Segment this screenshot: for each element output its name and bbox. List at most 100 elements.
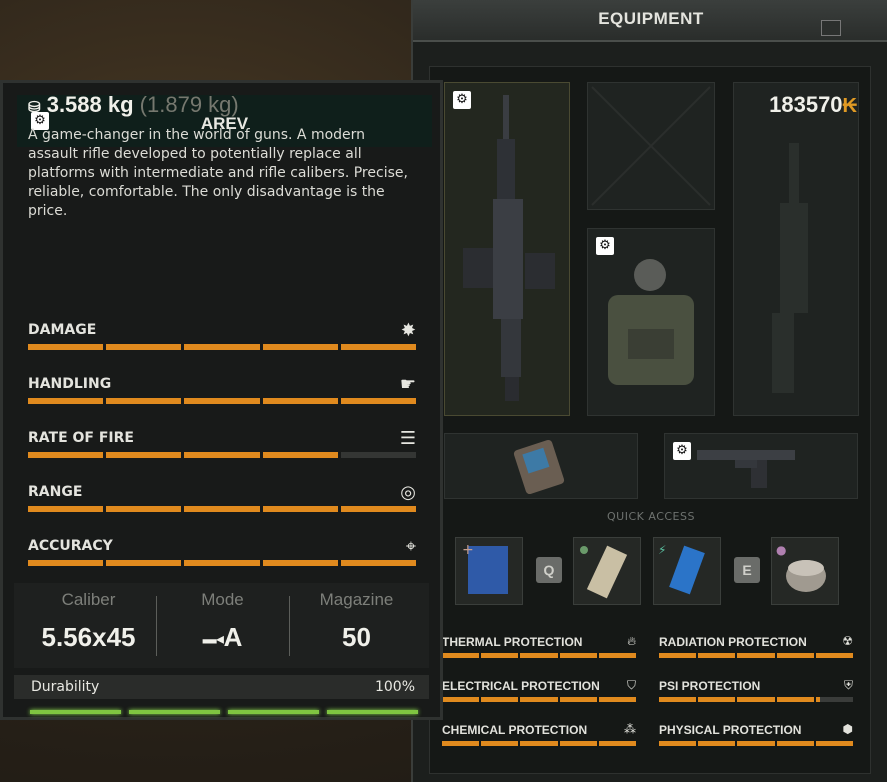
protection-bar [659,741,854,746]
medkit-book-icon: + [462,542,508,594]
bar-segment-fill [442,741,480,746]
bar-segment-fill [262,506,338,512]
bar-segment-fill [481,697,519,702]
quick-slot-3[interactable]: ⚡ [653,537,721,605]
quick-slot-4[interactable]: ● [771,537,839,605]
bar-segment [481,741,519,746]
bar-segment-fill [106,452,182,458]
stat-bar [28,506,417,512]
bar-segment [737,653,775,658]
bar-segment [598,653,637,658]
bar-segment [659,653,697,658]
chemical-protection: CHEMICAL PROTECTION ⁂ [442,722,638,757]
bar-segment [28,560,104,566]
bar-segment [106,560,182,566]
protection-label: PHYSICAL PROTECTION [659,723,802,737]
bar-segment [559,653,597,658]
item-price: 183570₭ [769,92,857,118]
bar-segment-fill [698,741,736,746]
bar-segment [815,697,854,702]
primary-weapon-slot[interactable]: ⚙ [444,82,570,416]
hotkey-e: E [734,557,760,583]
detector-device-icon [513,439,565,495]
bar-segment [262,506,338,512]
bar-segment-fill [737,697,775,702]
bar-segment-fill [815,741,854,746]
bar-segment [737,741,775,746]
bar-segment-fill [184,560,260,566]
physical-protection: PHYSICAL PROTECTION ⬢ [659,722,855,757]
bar-segment-fill [262,398,338,404]
protection-label: PSI PROTECTION [659,679,761,693]
durability-segment [129,710,220,714]
assault-rifle-icon [463,95,555,401]
bar-segment-fill [481,741,519,746]
bar-segment-fill [28,560,104,566]
bar-segment [520,741,558,746]
bar-segment [698,653,736,658]
armor-icon: ⬢ [842,722,853,736]
bar-segment-fill [659,653,697,658]
stat-label: ACCURACY [28,538,113,554]
pistol-slot[interactable]: ⚙ [664,433,858,499]
bar-segment [698,697,736,702]
bullet-icon: ▬◂ [202,630,224,647]
armor-slot[interactable]: ⚙ [587,228,715,416]
bar-segment-fill [106,398,182,404]
caliber-value: 5.56x45 [41,622,136,652]
electrical-protection: ELECTRICAL PROTECTION ⛉ [442,678,638,713]
stat-bar [28,560,417,566]
bar-segment [776,653,814,658]
quick-slot-1[interactable]: + [455,537,523,605]
bar-segment [598,741,637,746]
bar-segment-fill [106,506,182,512]
bar-segment-fill [28,398,104,404]
protection-bar [659,653,854,658]
quick-slot-2[interactable] [573,537,641,605]
detector-slot[interactable] [444,433,638,499]
radiation-protection: RADIATION PROTECTION ☢ [659,634,855,669]
bar-segment [520,697,558,702]
protection-bar [442,697,637,702]
bar-segment [559,741,597,746]
caliber-label: Caliber [61,590,116,609]
bar-segment-fill [520,741,558,746]
protection-bar [659,697,854,702]
quick-access-label: QUICK ACCESS [607,510,695,523]
bar-segment [340,506,417,512]
bar-segment [28,344,104,350]
durability-segment [327,710,418,714]
bar-segment-fill [698,697,736,702]
stat-bar [28,452,417,458]
hotkey-q: Q [536,557,562,583]
empty-slot-cross-icon [591,86,711,206]
item-weight: ⛁ 3.588 kg (1.879 kg) [28,92,239,118]
window-toggle-button[interactable] [821,20,841,36]
stat-rate-of-fire: RATE OF FIRE ☰ [28,428,418,470]
bar-segment-fill [659,741,697,746]
bar-segment-fill [598,653,637,658]
bar-segment [442,697,480,702]
bar-segment [262,452,338,458]
svg-text:+: + [462,542,474,558]
bar-segment-fill [559,741,597,746]
bar-segment [106,344,182,350]
bar-segment [520,653,558,658]
bar-segment [106,398,182,404]
equipment-title: EQUIPMENT [598,9,704,28]
rifle-silhouette-icon [772,143,808,393]
empty-slot[interactable] [587,82,715,210]
bar-segment [184,398,260,404]
bar-segment-fill [598,697,637,702]
bar-segment-fill [340,344,417,350]
mode-value: ▬◂A [155,622,290,653]
bar-segment [106,506,182,512]
protection-label: ELECTRICAL PROTECTION [442,679,600,693]
svg-text:⚡: ⚡ [658,543,666,557]
secondary-weapon-slot[interactable] [733,82,859,416]
bar-segment [815,741,854,746]
crosshair-icon: ⌖ [405,536,416,557]
coupon-icon: ₭ [842,95,857,117]
chemical-icon: ⁂ [624,722,636,736]
bar-segment-fill [559,697,597,702]
